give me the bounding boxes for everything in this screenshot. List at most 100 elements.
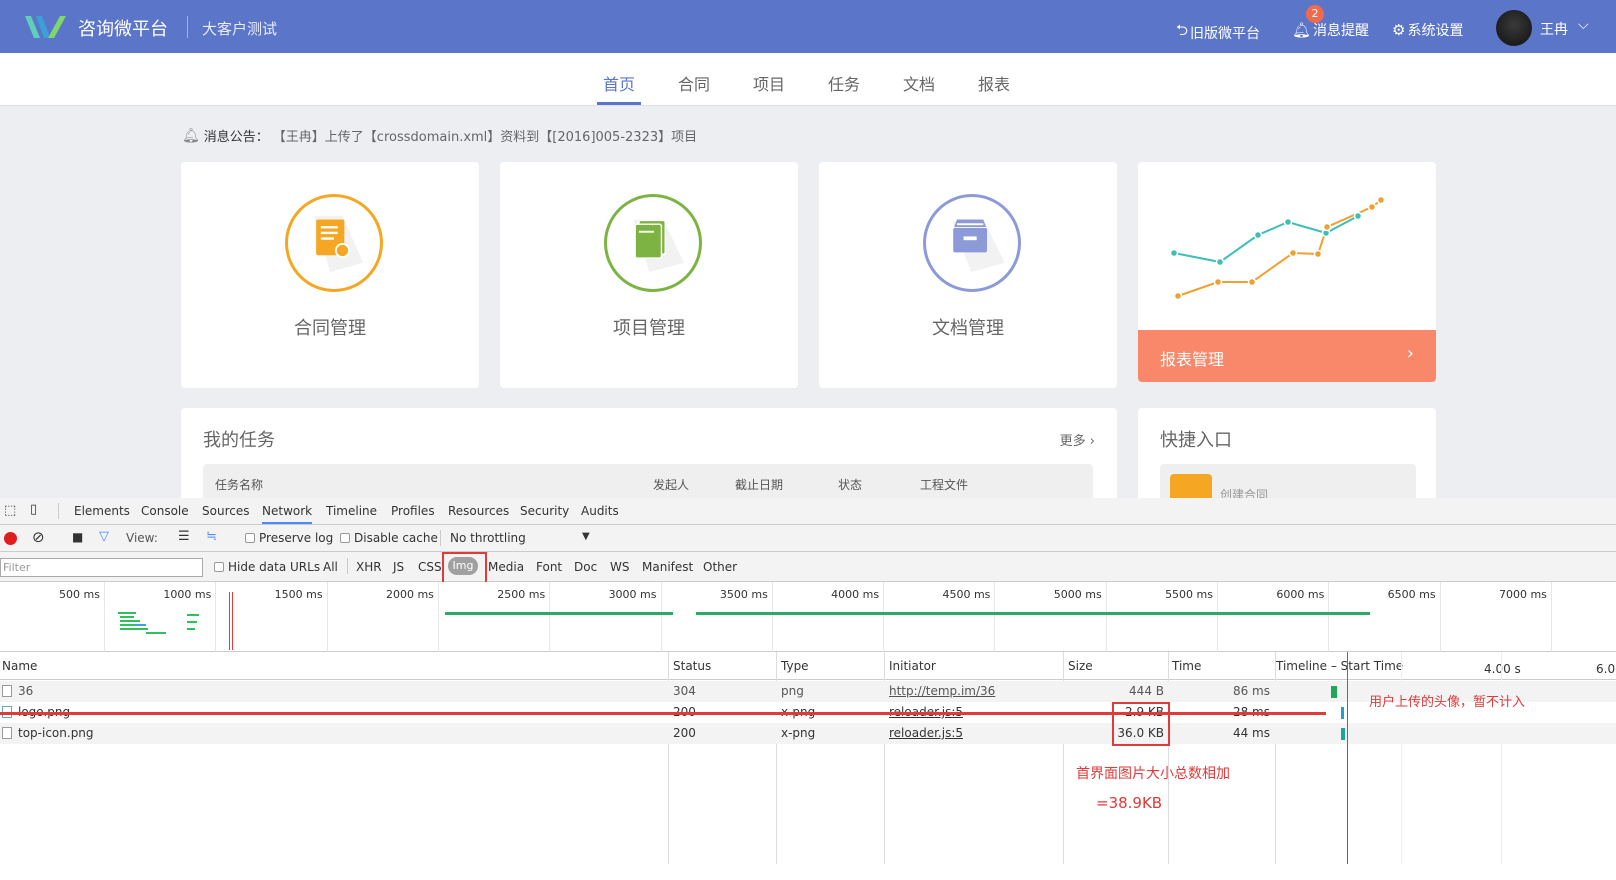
tab-elements[interactable]: Elements	[74, 504, 130, 518]
overview-gridline	[437, 582, 439, 652]
tab-timeline[interactable]: Timeline	[326, 504, 377, 518]
filter-ws[interactable]: WS	[610, 560, 629, 574]
preserve-log-label: Preserve log	[259, 531, 334, 545]
nav-home[interactable]: 首页	[603, 71, 635, 95]
chevron-down-icon[interactable]: ⌵	[1578, 17, 1589, 33]
notice-text[interactable]: 【王冉】上传了【crossdomain.xml】资料到【[2016]005-23…	[273, 126, 697, 145]
request-size: 444 B	[1129, 684, 1164, 698]
user-name[interactable]: 王冉	[1540, 19, 1568, 39]
request-name: top-icon.png	[18, 726, 94, 740]
filter-css[interactable]: CSS	[418, 560, 442, 574]
messages-link[interactable]: 🔔︎ 消息提醒	[1292, 20, 1369, 40]
inspect-element-icon[interactable]: ⬚	[4, 503, 16, 518]
filter-other[interactable]: Other	[703, 560, 737, 574]
device-mode-icon[interactable]: ▯	[30, 502, 37, 517]
filter-doc[interactable]: Doc	[574, 560, 597, 574]
nav-project[interactable]: 项目	[753, 71, 785, 95]
timeline-tick-6s: 6.00	[1596, 662, 1616, 676]
strikethrough-annotation	[0, 712, 1326, 715]
overview-bar	[146, 632, 166, 634]
preserve-log-checkbox[interactable]: Preserve log	[245, 531, 333, 545]
overview-gridline	[215, 582, 217, 652]
col-time[interactable]: Time	[1172, 659, 1201, 673]
overview-gridline	[994, 582, 996, 652]
brand-name: 咨询微平台	[78, 19, 168, 40]
brand-divider	[187, 16, 188, 38]
contract-card[interactable]: 合同管理	[181, 162, 479, 388]
dropdown-arrow-icon[interactable]: ▼	[582, 531, 590, 542]
request-name: 36	[18, 684, 34, 698]
tab-audits[interactable]: Audits	[581, 504, 619, 518]
col-type[interactable]: Type	[781, 659, 809, 673]
request-initiator[interactable]: http://temp.im/36	[889, 684, 995, 698]
filter-input[interactable]: Filter	[0, 558, 203, 577]
filter-all[interactable]: All	[323, 560, 338, 574]
overview-tick-label: 5500 ms	[1165, 588, 1213, 601]
tab-console[interactable]: Console	[141, 504, 189, 518]
overview-bar	[187, 628, 195, 630]
old-version-link[interactable]: ⮌ 旧版微平台	[1176, 20, 1260, 45]
overview-tick-label: 500 ms	[59, 588, 100, 601]
overview-tick-label: 2000 ms	[385, 588, 434, 601]
tab-resources[interactable]: Resources	[448, 504, 509, 518]
waterfall-view-icon[interactable]: ≒	[206, 529, 217, 544]
document-card[interactable]: 文档管理	[819, 162, 1117, 388]
document-card-label: 文档管理	[932, 318, 1004, 339]
col-timeline[interactable]: Timeline – Start Time	[1276, 659, 1403, 673]
tab-security[interactable]: Security	[520, 504, 569, 518]
overview-gridline	[326, 582, 328, 652]
overview-tick-label: 5000 ms	[1053, 588, 1102, 601]
overview-gridline	[1328, 582, 1330, 652]
avatar-annotation: 用户上传的头像，暂不计入	[1369, 695, 1526, 710]
col-name[interactable]: Name	[2, 659, 37, 673]
overview-gridline	[1105, 582, 1107, 652]
nav-contract[interactable]: 合同	[678, 71, 710, 95]
throttling-select[interactable]: No throttling	[450, 531, 526, 545]
tab-profiles[interactable]: Profiles	[391, 504, 435, 518]
old-version-label: 旧版微平台	[1190, 25, 1261, 42]
hide-data-urls-label: Hide data URLs	[228, 560, 321, 574]
hide-data-urls-checkbox[interactable]: Hide data URLs	[214, 560, 320, 574]
request-row[interactable]: top-icon.png 200 x-png reloader.js:5 36.…	[0, 723, 1616, 744]
overview-gridline	[660, 582, 662, 652]
notice-label: 消息公告：	[203, 130, 269, 145]
top-bar: 咨询微平台 大客户测试 ⮌ 旧版微平台 🔔︎ 消息提醒 2 ⚙ 系统设置 王冉 …	[0, 0, 1616, 53]
report-card[interactable]: 报表管理 ›	[1138, 162, 1436, 382]
overview-tick-label: 7000 ms	[1498, 588, 1547, 601]
filter-icon[interactable]: ▽	[99, 529, 109, 544]
disable-cache-checkbox[interactable]: Disable cache	[340, 531, 438, 545]
filter-font[interactable]: Font	[536, 560, 562, 574]
request-time: 86 ms	[1232, 684, 1270, 698]
filter-media[interactable]: Media	[488, 560, 524, 574]
tab-network[interactable]: Network	[262, 504, 313, 524]
col-size[interactable]: Size	[1068, 659, 1093, 673]
col-initiator[interactable]: Initiator	[889, 659, 936, 673]
record-button[interactable]	[4, 532, 17, 545]
bell-outline-icon: 🔔︎	[182, 127, 200, 144]
overview-bar	[120, 616, 134, 618]
logo-icon[interactable]	[22, 12, 66, 42]
clear-icon[interactable]: ⊘	[32, 528, 45, 546]
request-type: x-png	[781, 726, 816, 740]
overview-bar	[187, 614, 199, 616]
user-avatar[interactable]	[1496, 10, 1532, 46]
overview-bar	[187, 621, 197, 623]
project-card[interactable]: 项目管理	[500, 162, 798, 388]
overview-bar	[445, 612, 673, 615]
filter-xhr[interactable]: XHR	[356, 560, 382, 574]
tab-sources[interactable]: Sources	[202, 504, 249, 518]
filter-js[interactable]: JS	[393, 560, 404, 574]
filter-manifest[interactable]: Manifest	[642, 560, 693, 574]
capture-screenshots-icon[interactable]: ■	[72, 530, 83, 544]
col-status[interactable]: Status	[673, 659, 711, 673]
nav-report[interactable]: 报表	[978, 71, 1010, 95]
report-button[interactable]: 报表管理 ›	[1138, 330, 1436, 382]
nav-task[interactable]: 任务	[828, 71, 860, 95]
request-initiator[interactable]: reloader.js:5	[889, 726, 963, 740]
list-view-icon[interactable]: ☰	[178, 529, 190, 544]
divider	[347, 558, 348, 574]
more-link[interactable]: 更多 ›	[1060, 430, 1095, 449]
settings-link[interactable]: ⚙ 系统设置	[1392, 20, 1463, 40]
overview-gridline	[1439, 582, 1441, 652]
nav-document[interactable]: 文档	[903, 71, 935, 95]
